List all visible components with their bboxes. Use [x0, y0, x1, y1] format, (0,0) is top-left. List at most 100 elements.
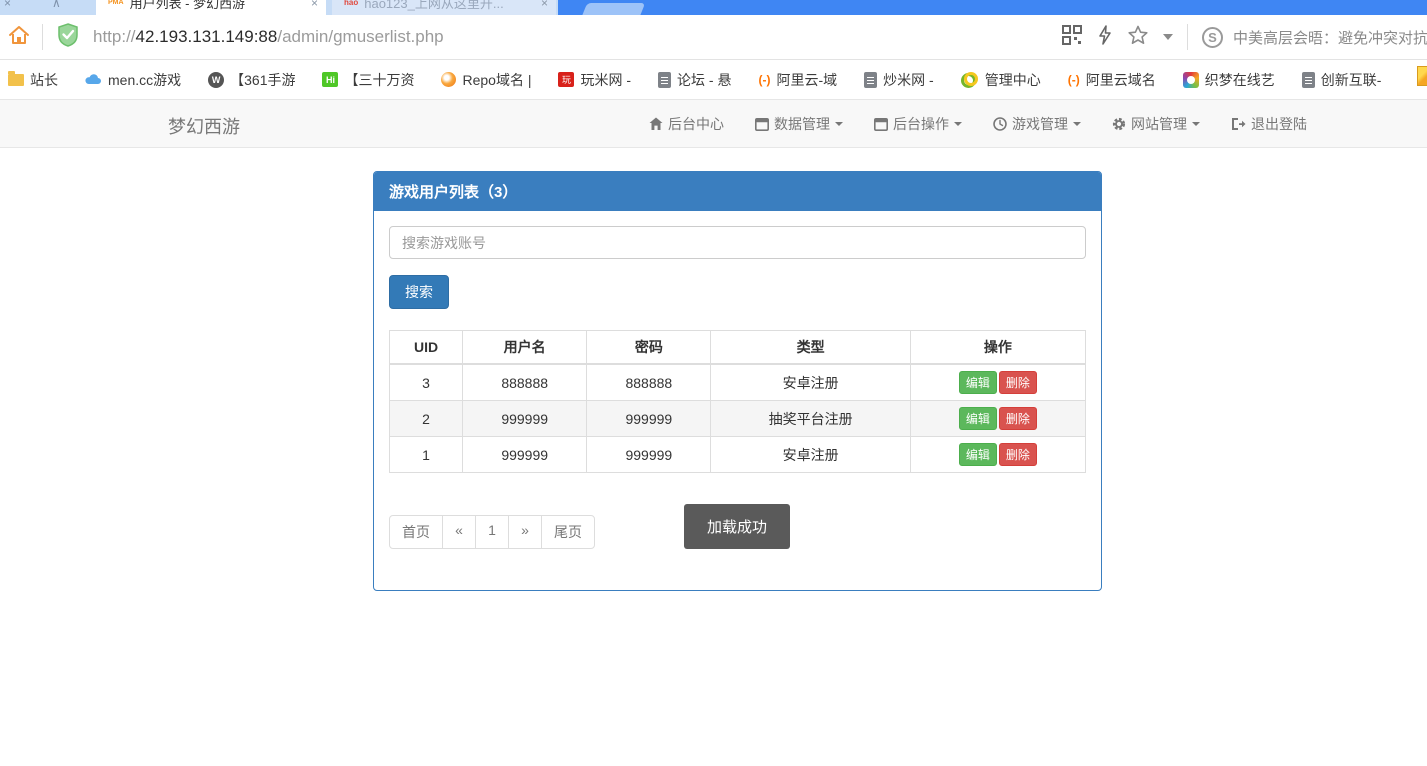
page-next[interactable]: »: [508, 515, 542, 549]
bookmark-label: 论坛 - 悬: [677, 70, 731, 90]
url-path: /admin/gmuserlist.php: [277, 27, 443, 46]
gear-icon: [1112, 117, 1126, 131]
page-first[interactable]: 首页: [389, 515, 443, 549]
nav-item-backstage-center[interactable]: 后台中心: [649, 114, 724, 134]
new-tab-button[interactable]: [581, 3, 645, 15]
table-row: 1 999999 999999 安卓注册 编辑删除: [390, 437, 1086, 473]
site-navbar: 梦幻西游 后台中心 数据管理 后台操作 游戏管理 网站管理 退出登陆: [0, 100, 1427, 148]
bookmark-folder[interactable]: 站长: [8, 70, 58, 90]
cell-actions: 编辑删除: [910, 364, 1085, 401]
edit-button[interactable]: 编辑: [959, 443, 997, 466]
bookmark-item[interactable]: 玩玩米网 -: [558, 70, 631, 90]
favorite-star-icon[interactable]: [1128, 25, 1148, 50]
url-text[interactable]: http://42.193.131.149:88/admin/gmuserlis…: [93, 27, 444, 47]
bookmark-item[interactable]: men.cc游戏: [85, 70, 181, 90]
chevron-down-icon[interactable]: [1163, 34, 1173, 40]
caret-down-icon: [954, 122, 962, 126]
security-shield-icon[interactable]: [57, 23, 79, 52]
page-prev[interactable]: «: [442, 515, 476, 549]
bookmark-label: 阿里云域名: [1086, 70, 1156, 90]
user-table: UID 用户名 密码 类型 操作 3 888888 888888 安卓注册: [389, 330, 1086, 473]
nav-item-game-management[interactable]: 游戏管理: [993, 114, 1081, 134]
news-ticker[interactable]: 中美高层会晤：避免冲突对抗: [1233, 27, 1427, 48]
bookmark-item[interactable]: (-)阿里云-域: [759, 70, 838, 90]
address-bar-actions: S 中美高层会晤：避免冲突对抗: [1062, 15, 1427, 59]
bookmark-item[interactable]: Repo域名 |: [441, 70, 531, 90]
tab-active[interactable]: PMA 用户列表 - 梦幻西游 ×: [96, 0, 326, 15]
tab-title: 用户列表 - 梦幻西游: [130, 0, 246, 12]
cell-type: 安卓注册: [711, 364, 910, 401]
page-last[interactable]: 尾页: [541, 515, 595, 549]
edit-button[interactable]: 编辑: [959, 371, 997, 394]
page-number[interactable]: 1: [475, 515, 509, 549]
document-icon: [658, 72, 671, 88]
bookmark-label: 炒米网 -: [883, 70, 934, 90]
bookmark-item[interactable]: Hi【三十万资: [322, 70, 414, 90]
col-header-username: 用户名: [463, 331, 587, 365]
bookmark-item[interactable]: 创新互联-: [1302, 70, 1382, 90]
toast-message: 加载成功: [684, 504, 790, 549]
tab-hao123[interactable]: hao hao123_上网从这里开... ×: [332, 0, 556, 15]
bookmark-label: 站长: [30, 70, 58, 90]
table-header-row: UID 用户名 密码 类型 操作: [390, 331, 1086, 365]
window-frame: [558, 0, 1427, 15]
nav-label: 数据管理: [774, 114, 830, 134]
bookmark-item[interactable]: 织梦在线艺: [1183, 70, 1275, 90]
qr-code-icon[interactable]: [1062, 25, 1082, 50]
nav-item-site-management[interactable]: 网站管理: [1112, 114, 1200, 134]
cell-username: 999999: [463, 401, 587, 437]
aliyun-icon: (-): [759, 73, 771, 87]
col-header-password: 密码: [587, 331, 711, 365]
home-button-icon[interactable]: [8, 24, 30, 51]
signout-icon: [1231, 117, 1246, 131]
delete-button[interactable]: 删除: [999, 443, 1037, 466]
rings-icon: [961, 72, 979, 88]
table-row: 2 999999 999999 抽奖平台注册 编辑删除: [390, 401, 1086, 437]
bookmark-item[interactable]: 论坛 - 悬: [658, 70, 731, 90]
close-tab-icon[interactable]: ×: [311, 0, 318, 10]
pagination: 首页 « 1 » 尾页: [389, 515, 595, 549]
table-row: 3 888888 888888 安卓注册 编辑删除: [390, 364, 1086, 401]
document-icon: [1302, 72, 1315, 88]
nav-menu: 后台中心 数据管理 后台操作 游戏管理 网站管理 退出登陆: [618, 100, 1307, 148]
col-header-type: 类型: [711, 331, 910, 365]
search-input[interactable]: [389, 226, 1086, 259]
hao123-favicon-icon: hao: [344, 0, 358, 7]
aliyun-icon: (-): [1068, 73, 1080, 87]
bookmark-item[interactable]: 炒米网 -: [864, 70, 934, 90]
window-icon: [755, 118, 769, 131]
divider: [42, 24, 43, 50]
nav-item-backstage-actions[interactable]: 后台操作: [874, 114, 962, 134]
delete-button[interactable]: 删除: [999, 407, 1037, 430]
close-tab-icon[interactable]: ×: [4, 0, 11, 10]
cell-username: 999999: [463, 437, 587, 473]
col-header-actions: 操作: [910, 331, 1085, 365]
cell-uid: 1: [390, 437, 463, 473]
bookmark-label: 织梦在线艺: [1205, 70, 1275, 90]
bookmark-item[interactable]: 管理中心: [961, 70, 1041, 90]
nav-item-data-management[interactable]: 数据管理: [755, 114, 843, 134]
panel-title: 游戏用户列表（3）: [374, 172, 1101, 211]
cell-password: 999999: [587, 437, 711, 473]
lightning-icon[interactable]: [1097, 25, 1113, 50]
window-icon: [874, 118, 888, 131]
caret-down-icon: [1192, 122, 1200, 126]
document-icon: [864, 72, 877, 88]
page-content: 游戏用户列表（3） 搜索 UID 用户名 密码 类型 操作 3: [0, 148, 1427, 766]
search-button[interactable]: 搜索: [389, 275, 449, 309]
cell-password: 888888: [587, 364, 711, 401]
bookmark-item[interactable]: (-) 阿里云域名: [1068, 70, 1156, 90]
delete-button[interactable]: 删除: [999, 371, 1037, 394]
bookmark-item[interactable]: W【361手游: [208, 70, 295, 90]
edit-button[interactable]: 编辑: [959, 407, 997, 430]
cell-uid: 3: [390, 364, 463, 401]
sogou-icon[interactable]: S: [1202, 27, 1223, 48]
close-tab-icon[interactable]: ×: [541, 0, 548, 10]
url-scheme: http://: [93, 27, 136, 46]
clipped-bookmark-icon: [1417, 66, 1427, 86]
nav-item-logout[interactable]: 退出登陆: [1231, 114, 1307, 134]
divider: [1187, 24, 1188, 50]
brand-title[interactable]: 梦幻西游: [168, 113, 240, 139]
url-host: 42.193.131.149:88: [136, 27, 278, 46]
nav-label: 后台中心: [668, 114, 724, 134]
